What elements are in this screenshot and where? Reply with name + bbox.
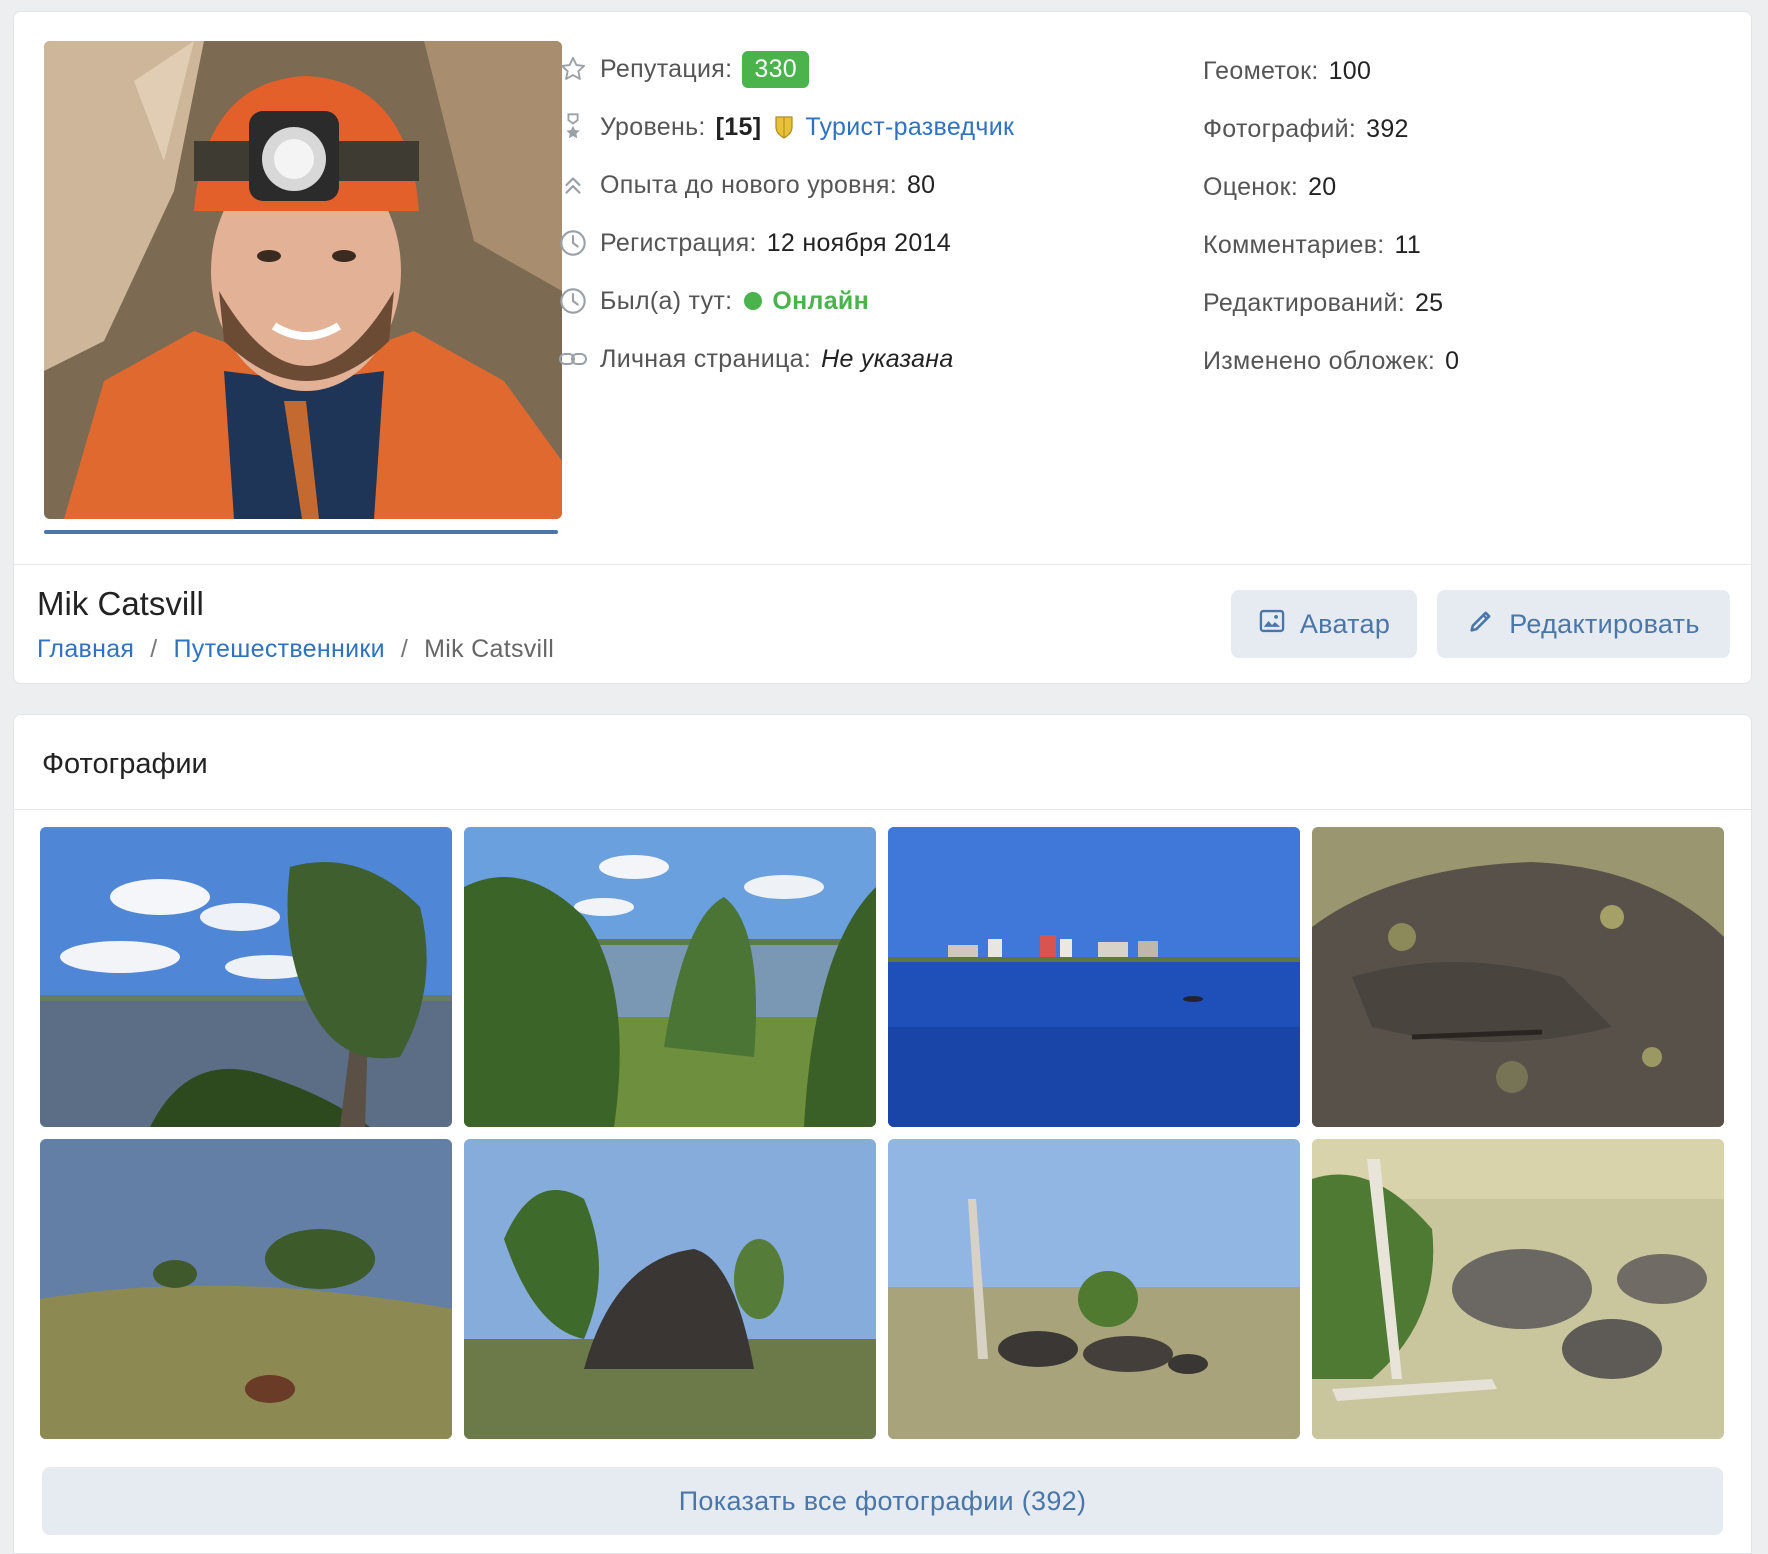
pencil-icon — [1467, 607, 1495, 642]
level-value: [15] — [715, 112, 762, 141]
star-icon — [556, 52, 590, 86]
edit-button-label: Редактировать — [1509, 608, 1700, 639]
stats-right: Геометок: 100 Фотографий: 392 Оценок: 20 Ко… — [1203, 42, 1459, 390]
stat-homepage: Личная страница: Не указана — [556, 330, 1014, 388]
ratings-value: 20 — [1308, 172, 1337, 201]
show-all-photos-button[interactable]: Показать все фотографии (392) — [42, 1467, 1723, 1535]
user-name: Mik Catsvill — [37, 585, 204, 622]
photos-divider — [14, 809, 1751, 810]
photo-city-waterfront — [888, 827, 1300, 1127]
breadcrumb: Главная / Путешественники / Mik Catsvill — [37, 635, 554, 664]
online-status: Онлайн — [772, 286, 869, 315]
stat-reputation: Репутация: 330 — [556, 40, 1014, 98]
homepage-value: Не указана — [821, 344, 954, 373]
photo-thumbnail[interactable] — [888, 1139, 1300, 1439]
link-icon — [556, 342, 590, 376]
photos-card: Фотографии Показать все фотографии (392) — [13, 714, 1752, 1554]
photo-thumbnail[interactable] — [40, 1139, 452, 1439]
photo-hill-trees — [40, 1139, 452, 1439]
photo-thumbnail[interactable] — [1312, 1139, 1724, 1439]
photos-section-title: Фотографии — [42, 748, 208, 780]
geotags-label: Геометок: — [1203, 56, 1319, 85]
stat-edits: Редактирований: 25 — [1203, 274, 1459, 332]
level-title-link[interactable]: Турист-разведчик — [805, 113, 1014, 142]
covers-label: Изменено обложек: — [1203, 346, 1436, 375]
photo-thumbnail[interactable] — [40, 827, 452, 1127]
photos-label: Фотографий: — [1203, 114, 1357, 143]
photo-lake-bushes — [464, 827, 876, 1127]
geotags-value: 100 — [1328, 56, 1372, 85]
edits-label: Редактирований: — [1203, 288, 1405, 317]
avatar-button[interactable]: Аватар — [1231, 590, 1417, 658]
shield-icon — [773, 110, 795, 144]
covers-value: 0 — [1445, 346, 1460, 375]
level-label: Уровень: — [600, 112, 706, 141]
breadcrumb-separator: / — [150, 635, 158, 663]
image-icon — [1258, 607, 1286, 642]
comments-value: 11 — [1394, 230, 1422, 259]
medal-icon — [556, 110, 590, 144]
photo-lake-birch — [40, 827, 452, 1127]
photo-thumbnail[interactable] — [464, 827, 876, 1127]
edits-value: 25 — [1414, 288, 1444, 317]
stat-last-seen: Был(а) тут: Онлайн — [556, 272, 1014, 330]
stat-level: Уровень: [15] Турист-разведчик — [556, 98, 1014, 156]
edit-button[interactable]: Редактировать — [1437, 590, 1730, 658]
breadcrumb-home[interactable]: Главная — [37, 635, 134, 663]
chevrons-up-icon — [556, 168, 590, 202]
photo-rock-closeup — [1312, 827, 1724, 1127]
photo-thumbnail[interactable] — [1312, 827, 1724, 1127]
photos-value: 392 — [1366, 114, 1409, 143]
photo-steppe-rocks — [888, 1139, 1300, 1439]
reputation-label: Репутация: — [600, 54, 733, 83]
avatar-photo — [44, 41, 562, 519]
registration-label: Регистрация: — [600, 228, 757, 257]
stat-registration: Регистрация: 12 ноября 2014 — [556, 214, 1014, 272]
clock-icon — [556, 226, 590, 260]
profile-card: Репутация: 330 Уровень: [15] Турист-разв… — [13, 11, 1752, 684]
avatar[interactable] — [44, 41, 562, 519]
stat-photos: Фотографий: 392 — [1203, 100, 1459, 158]
breadcrumb-travelers[interactable]: Путешественники — [174, 635, 385, 663]
avatar-progress-bar — [44, 530, 558, 534]
stat-comments: Комментариев: 11 — [1203, 216, 1459, 274]
last-seen-label: Был(а) тут: — [600, 286, 733, 315]
registration-value: 12 ноября 2014 — [766, 228, 951, 257]
profile-divider — [14, 564, 1751, 565]
homepage-label: Личная страница: — [600, 344, 812, 373]
stats-left: Репутация: 330 Уровень: [15] Турист-разв… — [556, 40, 1014, 388]
photo-thumbnail[interactable] — [464, 1139, 876, 1439]
reputation-badge: 330 — [742, 50, 809, 88]
avatar-button-label: Аватар — [1299, 608, 1391, 639]
comments-label: Комментариев: — [1203, 230, 1385, 259]
ratings-label: Оценок: — [1203, 172, 1299, 201]
experience-label: Опыта до нового уровня: — [600, 170, 897, 199]
stat-geotags: Геометок: 100 — [1203, 42, 1459, 100]
clock-icon — [556, 284, 590, 318]
stat-ratings: Оценок: 20 — [1203, 158, 1459, 216]
experience-value: 80 — [906, 170, 936, 199]
photo-birch-boulders — [1312, 1139, 1724, 1439]
stat-experience: Опыта до нового уровня: 80 — [556, 156, 1014, 214]
photo-thumbnail[interactable] — [888, 827, 1300, 1127]
photo-rock-tree — [464, 1139, 876, 1439]
breadcrumb-separator: / — [400, 635, 409, 663]
breadcrumb-current: Mik Catsvill — [424, 635, 555, 663]
stat-covers: Изменено обложек: 0 — [1203, 332, 1459, 390]
online-dot-icon — [744, 292, 763, 310]
